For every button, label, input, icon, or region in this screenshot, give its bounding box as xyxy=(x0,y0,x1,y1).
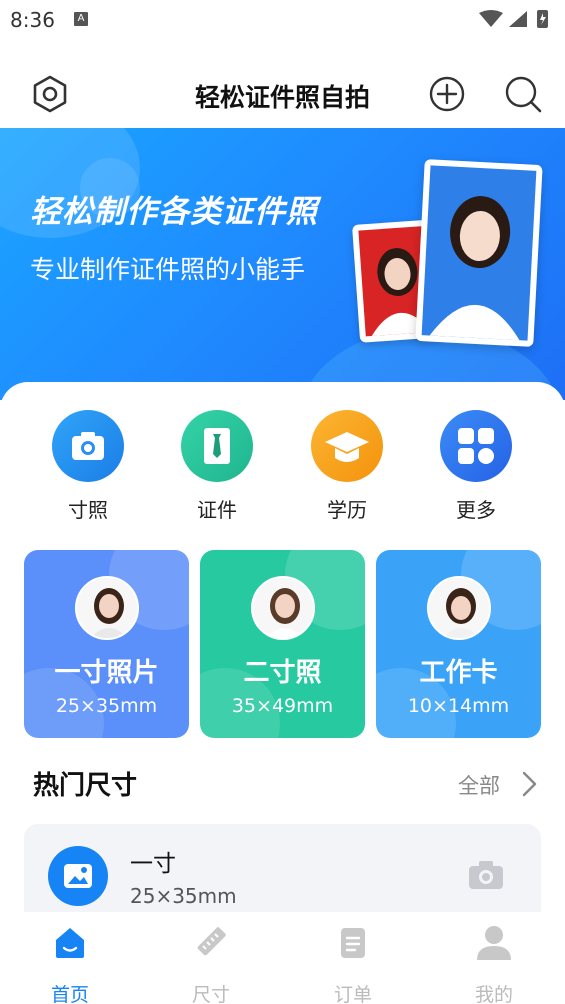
size-card-name: 二寸照 xyxy=(243,658,322,688)
size-card-dims: 25×35mm xyxy=(55,695,158,717)
home-icon xyxy=(56,928,84,958)
wifi-icon xyxy=(479,10,503,27)
size-card-two-inch[interactable]: 二寸照 35×49mm xyxy=(200,550,365,738)
size-card-dims: 35×49mm xyxy=(231,695,334,717)
nav-label: 我的 xyxy=(474,984,513,1004)
nav-profile[interactable]: 我的 xyxy=(444,922,544,1004)
grid-more-icon xyxy=(440,410,512,482)
nav-orders[interactable]: 订单 xyxy=(303,922,403,1004)
avatar xyxy=(426,576,491,640)
quick-action-more[interactable]: 更多 xyxy=(426,410,526,523)
page-title: 轻松证件照自拍 xyxy=(194,83,370,112)
user-icon xyxy=(477,926,511,960)
nav-label: 尺寸 xyxy=(191,984,230,1004)
quick-action-label: 证件 xyxy=(197,498,237,522)
id-card-icon xyxy=(181,410,253,482)
camera-icon xyxy=(52,410,124,482)
camera-icon[interactable] xyxy=(468,860,504,890)
add-button[interactable] xyxy=(427,74,467,114)
search-icon xyxy=(505,76,542,113)
status-time: 8:36 xyxy=(10,8,55,32)
banner-title: 轻松制作各类证件照 xyxy=(30,194,318,230)
avatar xyxy=(74,576,139,640)
list-item-name: 一寸 xyxy=(130,851,176,877)
nav-home[interactable]: 首页 xyxy=(20,922,120,1004)
add-circle-icon xyxy=(429,76,465,112)
size-card-work-badge[interactable]: 工作卡 10×14mm xyxy=(376,550,541,738)
quick-action-education[interactable]: 学历 xyxy=(297,410,397,523)
quick-action-label: 更多 xyxy=(456,498,496,522)
image-icon xyxy=(48,846,108,906)
nav-sizes[interactable]: 尺寸 xyxy=(161,922,261,1004)
bottom-navigation: 首页 尺寸 订单 我的 xyxy=(0,912,565,1004)
quick-action-inch-photo[interactable]: 寸照 xyxy=(38,410,138,523)
list-item-dims: 25×35mm xyxy=(130,884,237,908)
nav-label: 订单 xyxy=(333,984,372,1004)
signal-icon xyxy=(509,11,527,27)
order-clipboard-icon xyxy=(341,928,365,958)
size-card-name: 工作卡 xyxy=(419,658,498,688)
nav-label: 首页 xyxy=(50,984,89,1004)
quick-action-label: 寸照 xyxy=(68,498,108,522)
chevron-right-icon[interactable] xyxy=(518,770,540,798)
graduation-cap-icon xyxy=(311,410,383,482)
status-bar: 8:36 A xyxy=(0,0,565,40)
size-card-name: 一寸照片 xyxy=(54,658,159,688)
quick-action-id[interactable]: 证件 xyxy=(167,410,267,523)
avatar xyxy=(250,576,315,640)
size-card-dims: 10×14mm xyxy=(407,695,510,717)
app-header: 轻松证件照自拍 xyxy=(0,58,565,130)
ruler-icon xyxy=(197,927,226,956)
quick-action-label: 学历 xyxy=(327,498,367,522)
banner-subtitle: 专业制作证件照的小能手 xyxy=(30,255,306,284)
list-item[interactable]: 一寸 25×35mm xyxy=(24,824,541,924)
sample-photo-blue-bg xyxy=(415,159,543,347)
notification-a-icon: A xyxy=(74,12,88,26)
size-card-one-inch[interactable]: 一寸照片 25×35mm xyxy=(24,550,189,738)
status-system-icons xyxy=(479,10,548,28)
see-all-link[interactable]: 全部 xyxy=(458,770,500,800)
search-button[interactable] xyxy=(503,74,543,114)
section-title-hot-sizes: 热门尺寸 xyxy=(33,771,138,801)
